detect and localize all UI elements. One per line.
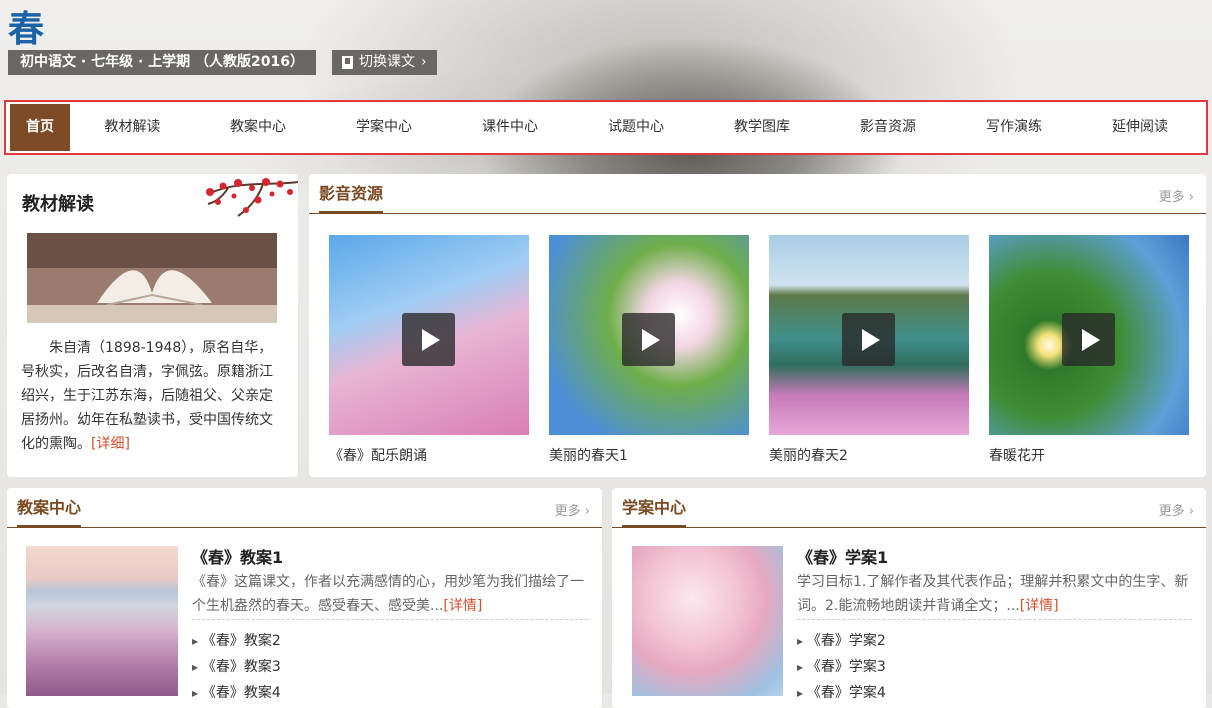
study-plan-featured-desc: 学习目标1.了解作者及其代表作品；理解并积累文中的生字、新词。2.能流畅地朗读并… bbox=[797, 570, 1192, 618]
lesson-plan-featured-title[interactable]: 《春》教案1 bbox=[192, 544, 283, 568]
video-caption[interactable]: 《春》配乐朗诵 bbox=[329, 445, 529, 465]
nav-item-tests[interactable]: 试题中心 bbox=[573, 102, 699, 153]
study-plan-featured-title[interactable]: 《春》学案1 bbox=[797, 544, 888, 568]
cherry-blossom-image[interactable] bbox=[26, 546, 178, 696]
lesson-plans-more-link[interactable]: 更多 › bbox=[555, 500, 590, 519]
study-plans-panel: 学案中心 更多 › 《春》学案1 学习目标1.了解作者及其代表作品；理解并积累文… bbox=[612, 488, 1206, 708]
list-item[interactable]: 《春》学案4 bbox=[797, 680, 886, 706]
video-thumbnail[interactable] bbox=[989, 235, 1189, 435]
video-thumbnail[interactable] bbox=[769, 235, 969, 435]
play-icon[interactable] bbox=[842, 313, 895, 366]
lesson-plan-desc-text: 《春》这篇课文，作者以充满感情的心，用妙笔为我们描绘了一个生机盎然的春天。感受春… bbox=[192, 574, 584, 614]
lesson-plans-divider bbox=[7, 527, 602, 528]
lesson-plan-separator bbox=[192, 619, 588, 620]
bookmark-icon bbox=[342, 56, 353, 69]
textbook-panel-title: 教材解读 bbox=[22, 194, 94, 215]
author-intro: 朱自清（1898-1948），原名自华，号秋实，后改名自清，字佩弦。原籍浙江绍兴… bbox=[21, 336, 281, 456]
nav-item-gallery[interactable]: 教学图库 bbox=[699, 102, 825, 153]
nav-item-courseware[interactable]: 课件中心 bbox=[447, 102, 573, 153]
play-icon[interactable] bbox=[402, 313, 455, 366]
media-more-link[interactable]: 更多 › bbox=[1159, 186, 1194, 205]
lesson-title: 春 bbox=[8, 8, 45, 50]
nav-item-media[interactable]: 影音资源 bbox=[825, 102, 951, 153]
list-item[interactable]: 《春》教案3 bbox=[192, 654, 281, 680]
textbook-panel: 教材解读 朱自清（1898-1948），原名自华，号秋实，后改名自清，字佩弦。原… bbox=[7, 174, 298, 477]
video-card[interactable]: 美丽的春天2 bbox=[769, 235, 969, 465]
video-caption[interactable]: 春暖花开 bbox=[989, 445, 1189, 465]
video-thumbnail[interactable] bbox=[329, 235, 529, 435]
lesson-plan-list: 《春》教案2 《春》教案3 《春》教案4 bbox=[192, 628, 281, 706]
media-title-underline bbox=[319, 211, 383, 214]
video-card[interactable]: 美丽的春天1 bbox=[549, 235, 749, 465]
plum-blossom-decoration bbox=[206, 178, 298, 217]
study-plans-title: 学案中心 bbox=[622, 498, 687, 517]
video-caption[interactable]: 美丽的春天1 bbox=[549, 445, 749, 465]
list-item[interactable]: 《春》学案3 bbox=[797, 654, 886, 680]
study-plans-more-link[interactable]: 更多 › bbox=[1159, 500, 1194, 519]
open-book-image bbox=[27, 233, 277, 323]
media-panel-divider bbox=[309, 213, 1206, 214]
list-item[interactable]: 《春》教案2 bbox=[192, 628, 281, 654]
lesson-plans-title-underline bbox=[17, 525, 81, 528]
play-icon[interactable] bbox=[1062, 313, 1115, 366]
cherry-blossom-image[interactable] bbox=[632, 546, 783, 696]
study-plans-title-underline bbox=[622, 525, 686, 528]
nav-item-study-plans[interactable]: 学案中心 bbox=[321, 102, 447, 153]
textbook-detail-link[interactable]: [详细] bbox=[91, 436, 130, 452]
study-plan-separator bbox=[797, 619, 1192, 620]
chevron-right-icon: › bbox=[421, 54, 427, 70]
play-icon[interactable] bbox=[622, 313, 675, 366]
media-panel: 影音资源 更多 › 《春》配乐朗诵 美丽的春天1 美丽的春天2 春暖花开 bbox=[309, 174, 1206, 477]
breadcrumb: 初中语文 · 七年级 · 上学期 （人教版2016） bbox=[8, 50, 316, 75]
switch-lesson-button[interactable]: 切换课文 › bbox=[332, 50, 437, 75]
main-nav: 首页 教材解读 教案中心 学案中心 课件中心 试题中心 教学图库 影音资源 写作… bbox=[4, 100, 1208, 155]
video-caption[interactable]: 美丽的春天2 bbox=[769, 445, 969, 465]
nav-item-reading[interactable]: 延伸阅读 bbox=[1077, 102, 1203, 153]
nav-item-lesson-plans[interactable]: 教案中心 bbox=[195, 102, 321, 153]
author-intro-text: 朱自清（1898-1948），原名自华，号秋实，后改名自清，字佩弦。原籍浙江绍兴… bbox=[21, 340, 273, 452]
lesson-plans-title: 教案中心 bbox=[17, 498, 82, 517]
lesson-plan-featured-desc: 《春》这篇课文，作者以充满感情的心，用妙笔为我们描绘了一个生机盎然的春天。感受春… bbox=[192, 570, 587, 618]
study-plans-divider bbox=[612, 527, 1206, 528]
nav-item-home[interactable]: 首页 bbox=[10, 104, 70, 151]
study-plan-list: 《春》学案2 《春》学案3 《春》学案4 bbox=[797, 628, 886, 706]
video-card[interactable]: 春暖花开 bbox=[989, 235, 1189, 465]
list-item[interactable]: 《春》教案4 bbox=[192, 680, 281, 706]
video-thumbnail[interactable] bbox=[549, 235, 749, 435]
switch-lesson-label: 切换课文 bbox=[359, 54, 415, 70]
lesson-plans-panel: 教案中心 更多 › 《春》教案1 《春》这篇课文，作者以充满感情的心，用妙笔为我… bbox=[7, 488, 602, 708]
nav-item-textbook[interactable]: 教材解读 bbox=[70, 102, 195, 153]
nav-item-writing[interactable]: 写作演练 bbox=[951, 102, 1077, 153]
media-panel-title: 影音资源 bbox=[319, 184, 384, 203]
list-item[interactable]: 《春》学案2 bbox=[797, 628, 886, 654]
study-plan-desc-text: 学习目标1.了解作者及其代表作品；理解并积累文中的生字、新词。2.能流畅地朗读并… bbox=[797, 574, 1189, 614]
lesson-plan-detail-link[interactable]: [详情] bbox=[443, 598, 482, 614]
study-plan-detail-link[interactable]: [详情] bbox=[1020, 598, 1059, 614]
video-card[interactable]: 《春》配乐朗诵 bbox=[329, 235, 529, 465]
